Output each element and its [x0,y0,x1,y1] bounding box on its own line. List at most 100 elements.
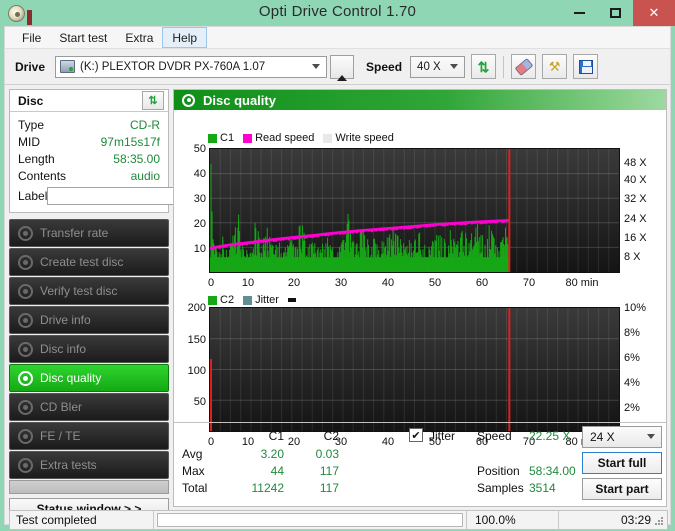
save-icon [579,60,593,74]
chart1-ytick-30: 30 [180,193,206,205]
client-area: File Start test Extra Help Drive (K:) PL… [4,26,671,525]
menu-item-help[interactable]: Help [162,27,207,48]
refresh-button[interactable]: ⇅ [471,54,496,79]
page-title: Disc quality [203,93,276,108]
elapsed-time: 03:29 [558,511,667,529]
sidebar-item-label: CD Bler [40,400,82,414]
stats-total-c1: 11242 [234,481,284,495]
stats-row-label-total: Total [182,481,207,495]
disc-key-mid: MID [18,135,40,149]
sidebar-item-fe-te[interactable]: FE / TE [9,422,169,450]
disc-row-mid: MID 97m15s17f [18,133,160,150]
eject-icon [337,58,348,76]
legend-label-c2: C2 [220,294,234,306]
chart1-right-tick-8x: 8 X [624,251,641,263]
chevron-down-icon [312,64,320,69]
menu-item-extra[interactable]: Extra [116,27,162,48]
chart2-ytick-50: 50 [174,396,206,408]
disc-info-header: Disc ⇅ [10,90,168,112]
test-speed-select[interactable]: 24 X [582,426,662,448]
stats-row-label-max: Max [182,464,205,478]
refresh-icon: ⇅ [148,94,157,107]
disc-value-length: 58:35.00 [113,152,160,166]
chart1-right-tick-40x: 40 X [624,174,647,186]
speed-select-value: 40 X [417,61,441,73]
stats-total-c2: 117 [299,481,339,495]
disc-icon [18,342,33,357]
sidebar-item-label: Transfer rate [40,226,108,240]
progress-percent: 100.0% [466,511,558,529]
sidebar-filler [9,480,169,494]
disc-refresh-button[interactable]: ⇅ [142,91,164,110]
speed-label: Speed [366,60,402,74]
close-button[interactable]: ✕ [633,0,675,26]
chart2-ytick-200: 200 [174,302,206,314]
minimize-button[interactable] [561,0,597,26]
content-header: Disc quality [174,90,666,110]
window-controls: ✕ [561,0,675,26]
samples-label: Samples [477,481,524,495]
chart2-plot-area [209,307,620,432]
sidebar-item-verify-test-disc[interactable]: Verify test disc [9,277,169,305]
speed-select[interactable]: 40 X [410,56,465,78]
chart2-ytick-150: 150 [174,334,206,346]
position-label: Position [477,464,520,478]
speed-readout-label: Speed [477,429,512,443]
jitter-checkbox[interactable]: ✔ [409,428,423,442]
sidebar-item-cd-bler[interactable]: CD Bler [9,393,169,421]
erase-button[interactable] [511,54,536,79]
menu-item-file[interactable]: File [13,27,50,48]
disc-info-title: Disc [18,94,43,108]
drive-icon [60,60,75,73]
chart2-legend: C2 Jitter [208,294,296,306]
legend-swatch-write-speed [323,134,332,143]
drive-select[interactable]: (K:) PLEXTOR DVDR PX-760A 1.07 [55,56,327,78]
disc-value-contents: audio [131,169,160,183]
sidebar-item-disc-info[interactable]: Disc info [9,335,169,363]
sidebar-item-extra-tests[interactable]: Extra tests [9,451,169,479]
sidebar-item-label: FE / TE [40,429,80,443]
chart1-ytick-10: 10 [180,243,206,255]
legend-swatch-jitter [243,296,252,305]
start-full-button[interactable]: Start full [582,452,662,474]
test-nav: Transfer rate Create test disc Verify te… [9,219,169,520]
refresh-icon: ⇅ [478,60,490,74]
eject-button[interactable] [330,55,354,79]
sidebar-item-drive-info[interactable]: Drive info [9,306,169,334]
stats-header-c1: C1 [244,429,284,443]
drive-select-value: (K:) PLEXTOR DVDR PX-760A 1.07 [80,61,265,73]
legend-label-jitter: Jitter [255,294,279,306]
disc-row-contents: Contents audio [18,167,160,184]
disc-value-mid: 97m15s17f [101,135,160,149]
sidebar-item-disc-quality[interactable]: Disc quality [9,364,169,392]
title-bar: Opti Drive Control 1.70 ✕ [0,0,675,26]
disc-row-type: Type CD-R [18,116,160,133]
disc-key-type: Type [18,118,44,132]
chart1-xtick-0: 0 [204,277,218,289]
chart1-xtick-30: 30 [333,277,349,289]
chart1-ytick-20: 20 [180,218,206,230]
sidebar-item-create-test-disc[interactable]: Create test disc [9,248,169,276]
progress-bar [157,513,463,527]
start-part-button[interactable]: Start part [582,478,662,500]
save-button[interactable] [573,54,598,79]
chart1-plot-area [209,148,620,273]
chart2-right-tick-6pct: 6% [624,352,640,364]
menu-bar: File Start test Extra Help [5,27,670,49]
menu-item-start-test[interactable]: Start test [50,27,116,48]
settings-button[interactable]: ⚒ [542,54,567,79]
chart2-right-tick-8pct: 8% [624,327,640,339]
disc-value-type: CD-R [130,118,160,132]
maximize-button[interactable] [597,0,633,26]
toolbar: Drive (K:) PLEXTOR DVDR PX-760A 1.07 Spe… [5,49,670,85]
chart1-ytick-50: 50 [180,143,206,155]
plug-icon: ⚒ [549,59,561,75]
legend-swatch-read-speed [243,134,252,143]
chart1-right-tick-32x: 32 X [624,193,647,205]
sidebar-item-transfer-rate[interactable]: Transfer rate [9,219,169,247]
chart2-right-tick-10pct: 10% [624,302,646,314]
legend-label-read-speed: Read speed [255,132,314,144]
chart1-right-tick-16x: 16 X [624,232,647,244]
resize-grip[interactable] [654,516,664,526]
chart1-xtick-50: 50 [427,277,443,289]
